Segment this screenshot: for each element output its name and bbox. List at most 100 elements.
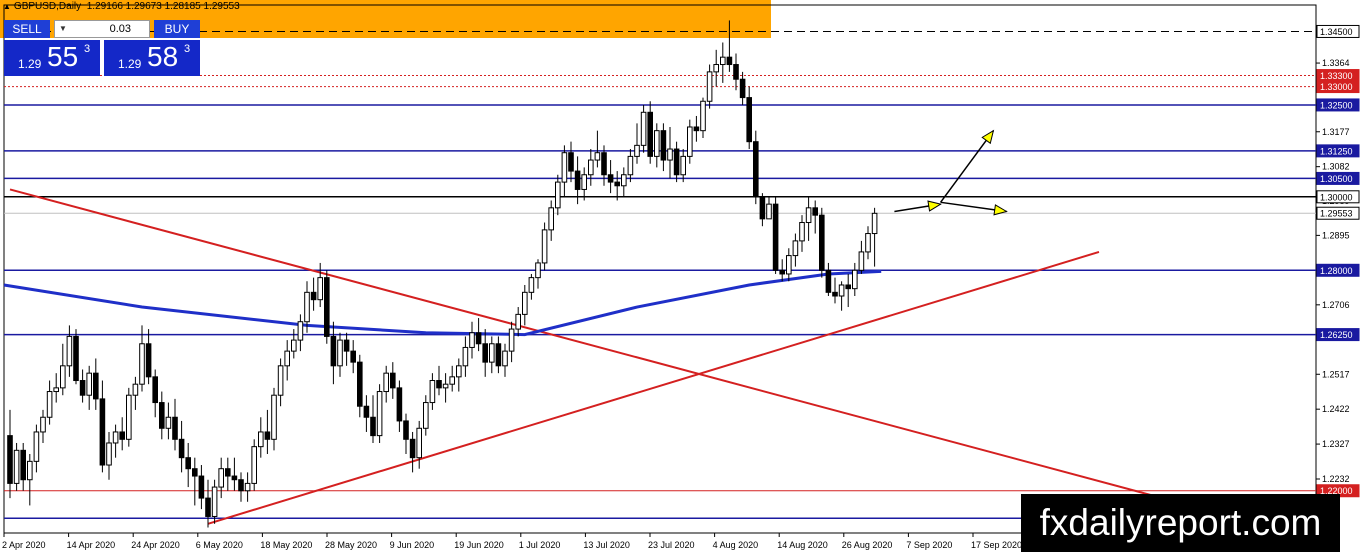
candle-body [205, 497, 211, 517]
candle-body [40, 416, 46, 433]
lot-dropdown-icon[interactable]: ▼ [59, 21, 67, 37]
symbol-header: ▲ GBPUSD,Daily 1.29166 1.29673 1.28185 1.… [0, 0, 240, 14]
candle-body [271, 394, 277, 440]
candle-body [845, 284, 852, 290]
candle-body [601, 152, 607, 176]
candle-body [409, 438, 416, 459]
candle-body [436, 380, 442, 389]
lot-size-field[interactable]: ▼ 0.03 [54, 20, 150, 38]
buy-price-pip: 3 [184, 43, 191, 55]
candle-body [799, 222, 805, 242]
candle-body [746, 97, 753, 143]
candle-body [244, 482, 251, 492]
candle-body [231, 475, 238, 481]
candle-body [423, 402, 429, 429]
sell-quote[interactable]: 1.29 55 3 [4, 40, 100, 76]
candle-body [713, 64, 720, 73]
x-tick-label: 2 Apr 2020 [2, 540, 46, 550]
x-tick-label: 4 Aug 2020 [713, 540, 759, 550]
y-tick-label: 1.2232 [1322, 474, 1350, 484]
candle-body [343, 339, 350, 352]
candle-body [357, 361, 363, 407]
y-tick-label: 1.3082 [1322, 162, 1350, 172]
candle-body [277, 365, 284, 396]
candle-body [871, 212, 878, 235]
y-tick-label: 1.2327 [1322, 439, 1350, 449]
candle-body [621, 174, 627, 187]
collapse-icon[interactable]: ▲ [3, 2, 11, 11]
candle-body [60, 365, 66, 389]
candle-body [218, 468, 224, 488]
candle-body [858, 251, 865, 271]
x-tick-label: 19 Jun 2020 [454, 540, 504, 550]
candle-body [225, 468, 231, 477]
candle-body [304, 291, 310, 323]
candle-body [475, 332, 482, 345]
candle-body [317, 277, 323, 301]
candle-body [805, 207, 812, 224]
candle-body [403, 420, 409, 440]
candle-body [291, 339, 297, 352]
candle-body [27, 460, 33, 481]
candle-body [178, 438, 185, 459]
buy-quote[interactable]: 1.29 58 3 [104, 40, 200, 76]
candle-body [13, 449, 20, 484]
price-chart[interactable]: 1.33641.31771.30821.29891.28951.27061.25… [0, 0, 1362, 554]
candle-body [594, 152, 601, 161]
candle-body [568, 152, 574, 172]
candle-body [86, 372, 93, 396]
candle-body [482, 343, 488, 363]
candle-body [733, 64, 739, 80]
candle-body [825, 269, 832, 293]
x-tick-label: 14 Aug 2020 [777, 540, 828, 550]
lot-value: 0.03 [109, 23, 131, 35]
candle-body [159, 402, 165, 429]
x-tick-label: 9 Jun 2020 [390, 540, 435, 550]
candle-body [614, 181, 621, 187]
one-click-trade-panel: SELL ▼ 0.03 BUY 1.29 55 3 1.29 58 3 [4, 20, 200, 76]
candle-body [819, 214, 825, 271]
candle-body [449, 376, 455, 385]
x-tick-label: 23 Jul 2020 [648, 540, 695, 550]
candle-body [508, 328, 515, 352]
candle-body [865, 233, 871, 253]
candle-body [126, 394, 132, 440]
projection-arrow-head [927, 200, 942, 212]
candle-body [469, 332, 475, 348]
y-tick-label: 1.2422 [1322, 404, 1350, 414]
candle-body [647, 111, 654, 157]
candle-body [390, 372, 396, 389]
candle-body [720, 56, 726, 66]
candle-body [574, 170, 581, 190]
candle-body [106, 442, 112, 466]
candle-body [561, 152, 568, 183]
candle-body [812, 207, 819, 216]
candle-body [581, 174, 588, 190]
candle-body [634, 144, 640, 157]
price-level-label: 1.33300 [1320, 71, 1353, 81]
x-tick-label: 14 Apr 2020 [67, 540, 116, 550]
x-tick-label: 1 Jul 2020 [519, 540, 561, 550]
x-tick-label: 28 May 2020 [325, 540, 377, 550]
x-tick-label: 6 May 2020 [196, 540, 243, 550]
candle-body [489, 343, 495, 363]
candle-body [297, 321, 304, 341]
candle-body [753, 141, 759, 198]
price-level-label: 1.31250 [1320, 146, 1353, 156]
candle-body [588, 159, 594, 176]
y-tick-label: 1.2517 [1322, 369, 1350, 379]
buy-button[interactable]: BUY [154, 20, 200, 38]
candle-body [73, 335, 79, 382]
candle-body [238, 479, 244, 492]
candle-body [152, 376, 158, 404]
sell-button[interactable]: SELL [4, 20, 50, 38]
candle-body [495, 343, 502, 367]
candle-body [786, 255, 792, 275]
price-level-label: 1.28000 [1320, 266, 1353, 276]
x-tick-label: 17 Sep 2020 [971, 540, 1022, 550]
candle-body [706, 71, 713, 102]
candle-body [396, 387, 403, 422]
projection-arrow-line [939, 130, 995, 203]
trendline [9, 188, 1232, 518]
y-tick-label: 1.3364 [1322, 58, 1350, 68]
